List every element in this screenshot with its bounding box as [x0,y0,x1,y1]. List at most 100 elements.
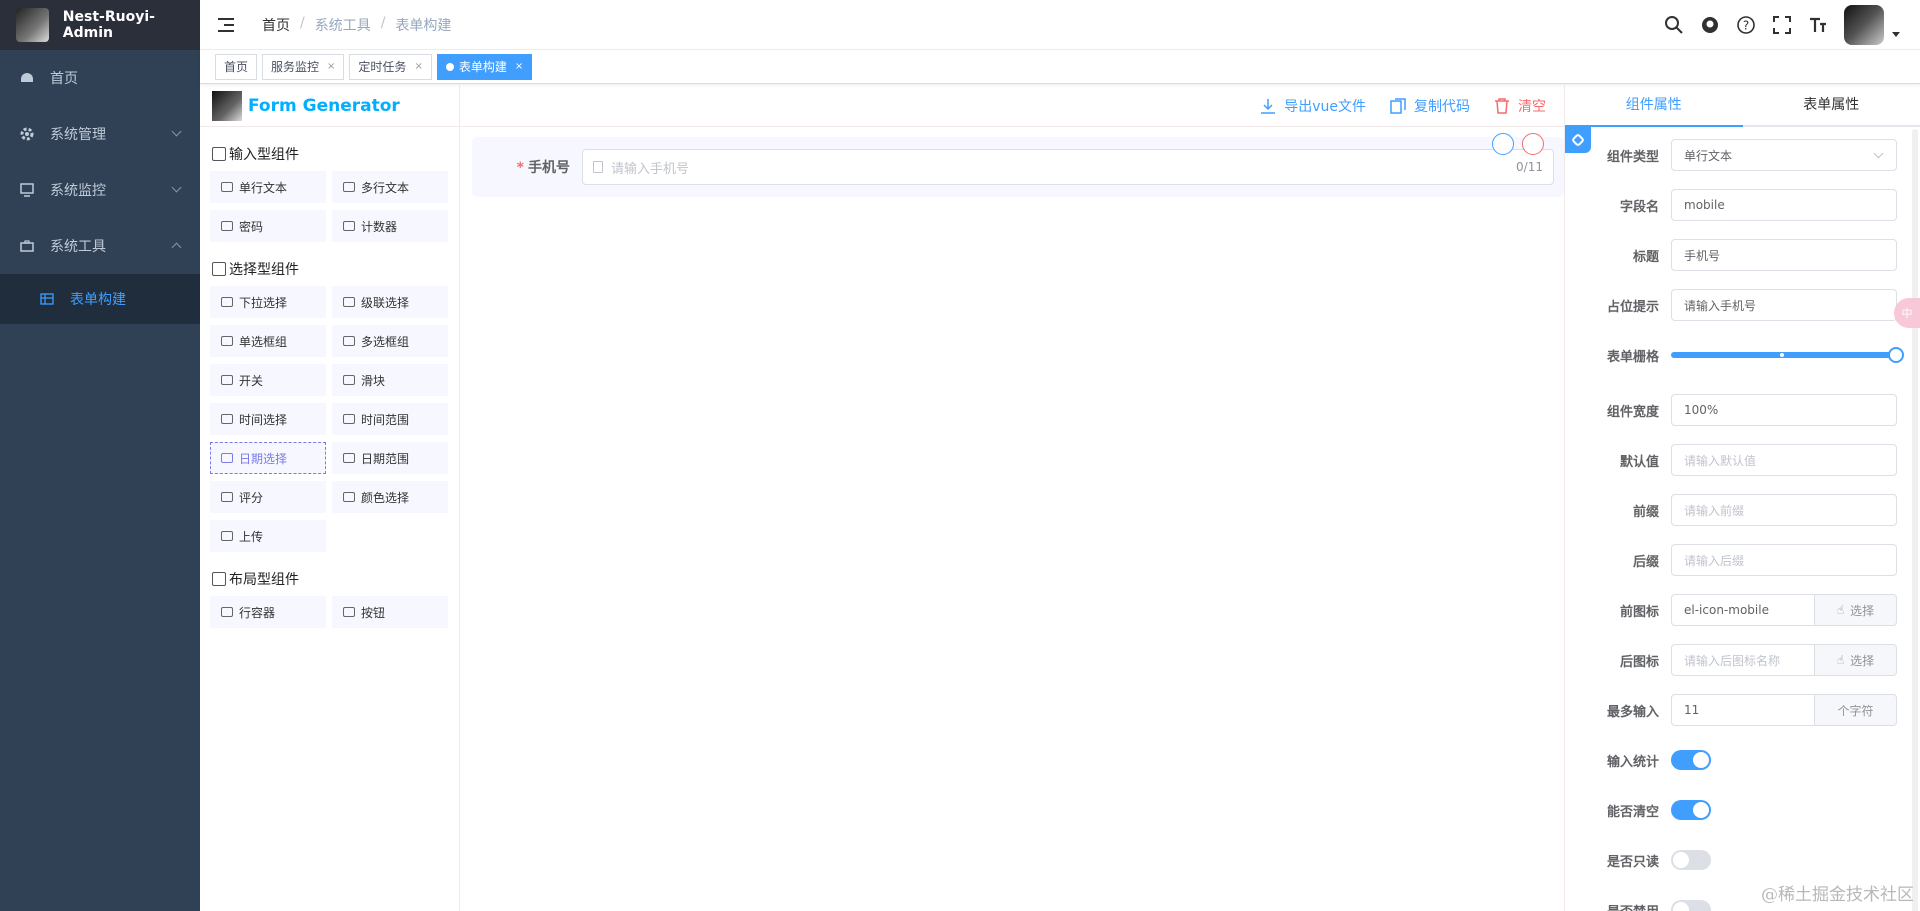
tab-form-props[interactable]: 表单属性 [1743,85,1920,125]
float-badge[interactable]: 中 [1894,298,1920,328]
prop-label: 前图标 [1619,604,1659,620]
table-icon [40,293,54,305]
avatar[interactable] [1844,5,1884,45]
close-icon[interactable]: × [327,61,335,72]
layout-components-title: 布局型组件 [200,552,459,590]
comp-password[interactable]: 密码 [210,210,326,242]
comp-textarea[interactable]: 多行文本 [332,171,448,203]
comp-input[interactable]: 单行文本 [210,171,326,203]
suffix-icon-select-button[interactable]: ☝ 选择 [1815,644,1897,676]
comp-color[interactable]: 颜色选择 [332,481,448,513]
delete-component-icon[interactable] [1522,133,1544,155]
number-icon [343,221,355,231]
tag-form-build[interactable]: 表单构建 × [436,53,533,80]
breadcrumb-current: 表单构建 [395,17,452,34]
comp-time-range[interactable]: 时间范围 [332,403,448,435]
sidebar-item-system[interactable]: 系统管理 [0,106,200,162]
span-slider[interactable] [1671,347,1904,363]
prop-label: 表单栅格 [1606,349,1659,365]
title-input[interactable]: 手机号 [1671,239,1897,271]
width-input[interactable]: 100% [1671,394,1897,426]
default-value-input[interactable]: 请输入默认值 [1671,444,1897,476]
fullscreen-icon[interactable] [1772,15,1792,35]
prop-label: 后图标 [1619,654,1659,670]
comp-checkbox[interactable]: 多选框组 [332,325,448,357]
readonly-switch[interactable] [1671,850,1711,870]
tag-server-monitor[interactable]: 服务监控 × [262,53,345,80]
caret-down-icon[interactable] [1892,31,1900,37]
disabled-switch[interactable] [1671,900,1711,911]
prop-readonly: 是否只读 [1565,844,1920,876]
maxlength-input[interactable]: 11 [1671,694,1815,726]
comp-radio[interactable]: 单选框组 [210,325,326,357]
suffix-input[interactable]: 请输入后缀 [1671,544,1897,576]
font-size-icon[interactable] [1808,15,1828,35]
search-icon[interactable] [1664,15,1684,35]
copy-code-button[interactable]: 复制代码 [1390,96,1470,116]
export-vue-button[interactable]: 导出vue文件 [1260,96,1366,116]
comp-label: 开关 [239,373,264,388]
prop-suffix-icon: 后图标 请输入后图标名称 ☝ 选择 [1565,644,1920,676]
sidebar-item-home[interactable]: 首页 [0,50,200,106]
action-label: 导出vue文件 [1284,98,1366,115]
copy-component-icon[interactable] [1492,133,1514,155]
comp-button[interactable]: 按钮 [332,596,448,628]
close-icon[interactable]: × [414,61,422,72]
prop-width: 组件宽度 100% [1565,394,1920,426]
tag-home[interactable]: 首页 [215,53,258,80]
question-icon[interactable]: ? [1736,15,1756,35]
breadcrumb-home[interactable]: 首页 [262,15,290,35]
comp-date[interactable]: 日期选择 [210,442,326,474]
clear-button[interactable]: 清空 [1494,96,1546,116]
brand-logo [16,8,49,42]
group-title-text: 布局型组件 [229,572,299,588]
prop-label: 占位提示 [1606,299,1659,315]
prefix-icon-input[interactable]: el-icon-mobile [1671,594,1815,626]
github-icon[interactable] [1700,15,1720,35]
download-icon [1261,98,1276,114]
prop-maxlength: 最多输入 11 个字符 [1565,694,1920,726]
comp-number[interactable]: 计数器 [332,210,448,242]
hamburger-icon[interactable] [218,17,236,33]
comp-upload[interactable]: 上传 [210,520,326,552]
comp-label: 单行文本 [239,180,288,195]
property-scrollbar[interactable] [1912,129,1918,911]
comp-label: 下拉选择 [239,295,288,310]
slider-handle[interactable] [1888,347,1904,363]
row-icon [221,607,233,617]
comp-slider[interactable]: 滑块 [332,364,448,396]
prefix-icon-select-button[interactable]: ☝ 选择 [1815,594,1897,626]
dashboard-icon [21,73,33,82]
tag-scheduled-task[interactable]: 定时任务 × [349,53,432,80]
sidebar-item-form-build[interactable]: 表单构建 [0,274,200,324]
mobile-input[interactable]: 请输入手机号 0/11 [582,149,1554,185]
sidebar-item-tools[interactable]: 系统工具 [0,218,200,274]
brand[interactable]: Nest-Ruoyi-Admin [0,0,200,50]
prop-label: 最多输入 [1606,704,1659,720]
input-components-title: 输入型组件 [200,127,459,165]
comp-label: 滑块 [361,373,386,388]
tab-component-props[interactable]: 组件属性 [1565,85,1743,127]
comp-select[interactable]: 下拉选择 [210,286,326,318]
action-label: 清空 [1518,98,1546,115]
comp-switch[interactable]: 开关 [210,364,326,396]
component-icon [212,147,226,161]
comp-time[interactable]: 时间选择 [210,403,326,435]
suffix-icon-input[interactable]: 请输入后图标名称 [1671,644,1815,676]
comp-rate[interactable]: 评分 [210,481,326,513]
suffix-icon-group: 请输入后图标名称 ☝ 选择 [1671,644,1897,676]
generator-title: Form Generator [248,95,400,116]
close-icon[interactable]: × [515,61,523,72]
sidebar-item-monitor[interactable]: 系统监控 [0,162,200,218]
type-select[interactable]: 单行文本 [1671,139,1897,171]
copy-icon [1390,97,1406,114]
form-item-mobile[interactable]: * 手机号 请输入手机号 0/11 [472,133,1564,197]
comp-row[interactable]: 行容器 [210,596,326,628]
comp-date-range[interactable]: 日期范围 [332,442,448,474]
field-name-input[interactable]: mobile [1671,189,1897,221]
show-word-limit-switch[interactable] [1671,750,1711,770]
prefix-input[interactable]: 请输入前缀 [1671,494,1897,526]
clearable-switch[interactable] [1671,800,1711,820]
placeholder-input[interactable]: 请输入手机号 [1671,289,1897,321]
comp-cascader[interactable]: 级联选择 [332,286,448,318]
